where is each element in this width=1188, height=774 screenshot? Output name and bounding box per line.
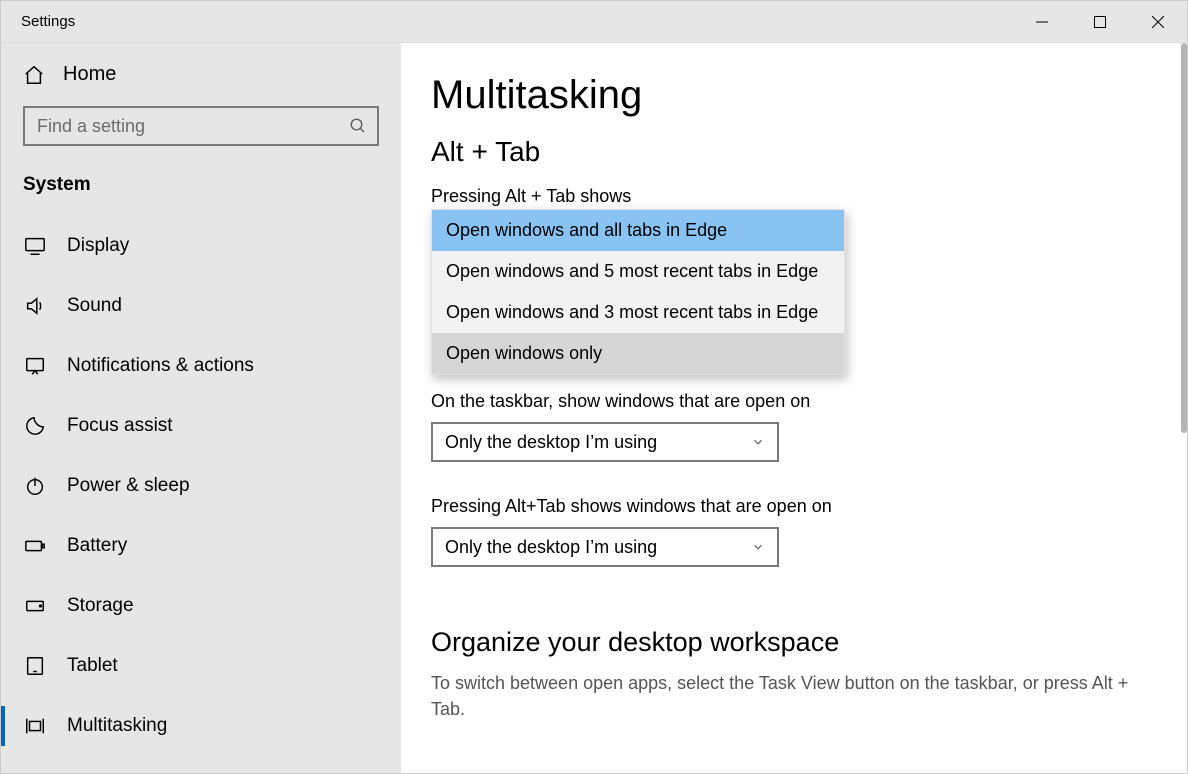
alt-tab-heading: Alt + Tab xyxy=(431,136,1151,168)
title-bar: Settings xyxy=(1,1,1187,43)
settings-window: Settings Home xyxy=(0,0,1188,774)
display-icon xyxy=(23,235,47,257)
sidebar-item-focus-assist[interactable]: Focus assist xyxy=(1,396,401,456)
search-box[interactable] xyxy=(23,106,379,146)
main-pane: Multitasking Alt + Tab Pressing Alt + Ta… xyxy=(401,43,1187,773)
sidebar-home[interactable]: Home xyxy=(1,43,401,106)
scrollbar[interactable] xyxy=(1181,43,1187,773)
sidebar-item-storage[interactable]: Storage xyxy=(1,576,401,636)
minimize-button[interactable] xyxy=(1013,1,1071,42)
sidebar-item-sound[interactable]: Sound xyxy=(1,276,401,336)
sidebar-item-label: Focus assist xyxy=(67,415,173,437)
search-input[interactable] xyxy=(37,116,349,137)
maximize-button[interactable] xyxy=(1071,1,1129,42)
taskbar-select-value: Only the desktop I’m using xyxy=(445,432,657,453)
window-title: Settings xyxy=(21,13,75,30)
storage-icon xyxy=(23,595,47,617)
sidebar: Home System Display xyxy=(1,43,401,773)
alttab-windows-field-label: Pressing Alt+Tab shows windows that are … xyxy=(431,496,1151,517)
taskbar-select[interactable]: Only the desktop I’m using xyxy=(431,422,779,462)
chevron-down-icon xyxy=(751,435,765,449)
sound-icon xyxy=(23,295,47,317)
close-button[interactable] xyxy=(1129,1,1187,42)
sidebar-home-label: Home xyxy=(63,63,116,86)
sidebar-item-tablet[interactable]: Tablet xyxy=(1,636,401,696)
organize-body: To switch between open apps, select the … xyxy=(431,670,1151,722)
sidebar-item-label: Battery xyxy=(67,535,127,557)
search-icon xyxy=(349,117,367,135)
dropdown-option[interactable]: Open windows only xyxy=(432,333,844,374)
sidebar-item-multitasking[interactable]: Multitasking xyxy=(1,696,401,756)
alttab-windows-select[interactable]: Only the desktop I’m using xyxy=(431,527,779,567)
multitasking-icon xyxy=(23,715,47,737)
sidebar-item-label: Display xyxy=(67,235,129,257)
organize-heading: Organize your desktop workspace xyxy=(431,627,1151,658)
home-icon xyxy=(23,64,45,86)
sidebar-item-label: Storage xyxy=(67,595,134,617)
notifications-icon xyxy=(23,355,47,377)
chevron-down-icon xyxy=(751,540,765,554)
main-content: Multitasking Alt + Tab Pressing Alt + Ta… xyxy=(401,43,1181,773)
dropdown-option[interactable]: Open windows and all tabs in Edge xyxy=(432,210,844,251)
sidebar-item-label: Multitasking xyxy=(67,715,167,737)
window-controls xyxy=(1013,1,1187,42)
alt-tab-dropdown[interactable]: Open windows and all tabs in Edge Open w… xyxy=(431,209,845,375)
sidebar-item-battery[interactable]: Battery xyxy=(1,516,401,576)
dropdown-option[interactable]: Open windows and 5 most recent tabs in E… xyxy=(432,251,844,292)
alt-tab-field-label: Pressing Alt + Tab shows xyxy=(431,186,1151,207)
sidebar-nav: Display Sound Notifications & actions xyxy=(1,216,401,756)
power-icon xyxy=(23,475,47,497)
sidebar-item-display[interactable]: Display xyxy=(1,216,401,276)
battery-icon xyxy=(23,535,47,557)
taskbar-field-label: On the taskbar, show windows that are op… xyxy=(431,391,1151,412)
dropdown-option[interactable]: Open windows and 3 most recent tabs in E… xyxy=(432,292,844,333)
focus-assist-icon xyxy=(23,415,47,437)
tablet-icon xyxy=(23,655,47,677)
sidebar-item-label: Sound xyxy=(67,295,122,317)
page-title: Multitasking xyxy=(431,73,1151,118)
window-body: Home System Display xyxy=(1,43,1187,773)
sidebar-item-label: Notifications & actions xyxy=(67,355,254,377)
sidebar-section-title: System xyxy=(1,164,401,216)
sidebar-item-label: Tablet xyxy=(67,655,118,677)
sidebar-item-notifications[interactable]: Notifications & actions xyxy=(1,336,401,396)
alttab-windows-select-value: Only the desktop I’m using xyxy=(445,537,657,558)
sidebar-item-power-sleep[interactable]: Power & sleep xyxy=(1,456,401,516)
scrollbar-thumb[interactable] xyxy=(1181,43,1187,433)
sidebar-item-label: Power & sleep xyxy=(67,475,190,497)
